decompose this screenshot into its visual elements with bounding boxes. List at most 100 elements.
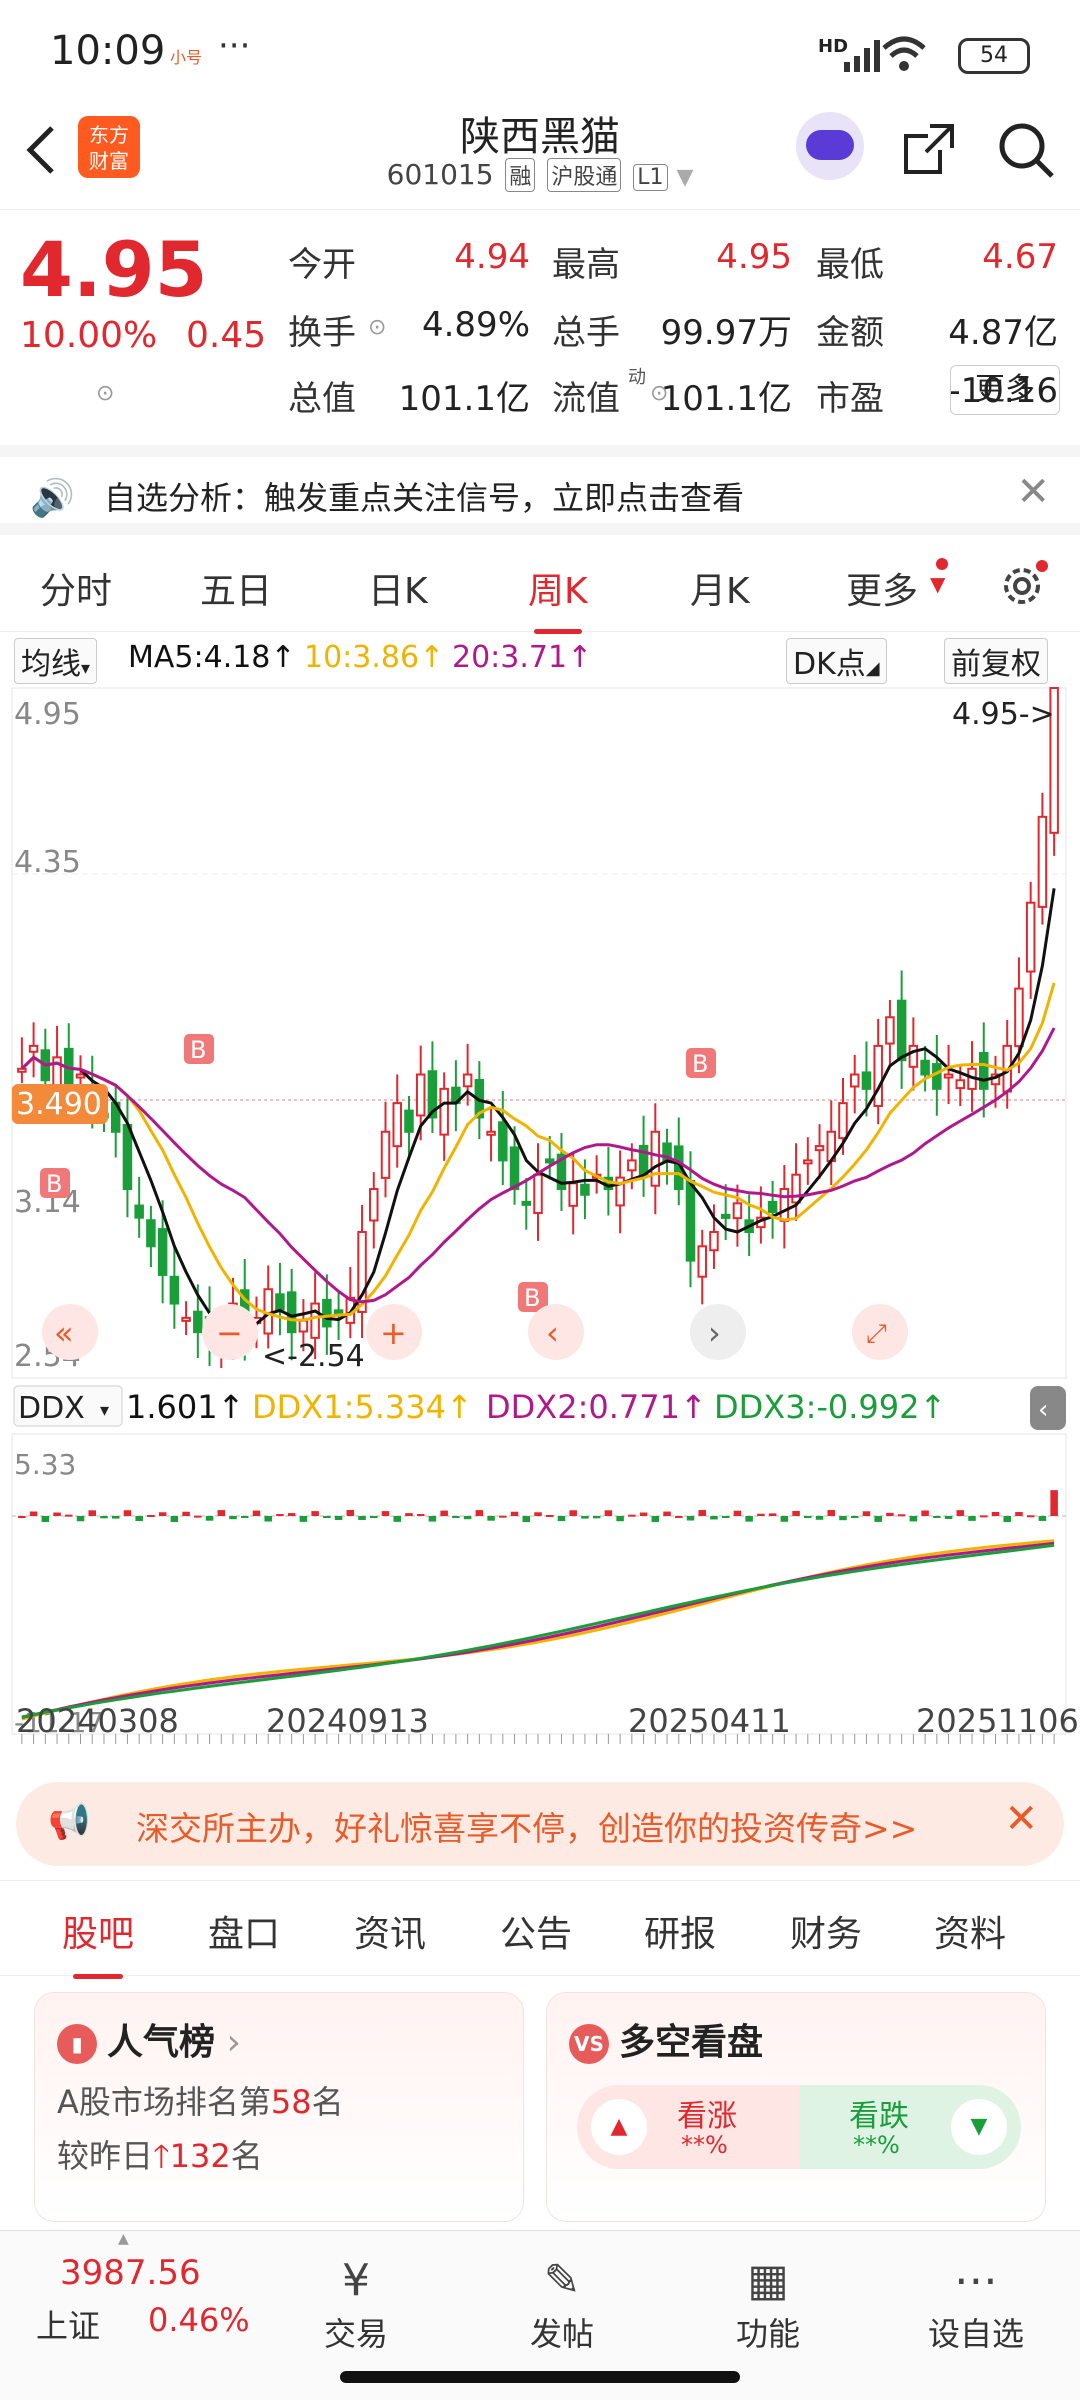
ddx2-value: DDX2:0.771↑ — [486, 1388, 707, 1426]
svg-text:▾: ▾ — [100, 1400, 109, 1421]
tab-orderbook[interactable]: 盘口 — [208, 1905, 280, 1957]
grid-icon: ▦ — [747, 2255, 789, 2306]
ddx-bar — [358, 1516, 366, 1520]
period-tabs: 分时 五日 日K 周K 月K 更多 ▼ — [0, 540, 1080, 634]
tab-five-day[interactable]: 五日 — [200, 562, 272, 614]
ma20-value: 20:3.71↑ — [452, 640, 593, 675]
ddx-bar — [88, 1510, 97, 1516]
more-circle-icon: ⋯ — [954, 2255, 998, 2306]
info-icon[interactable]: ⊙ — [650, 381, 668, 406]
ddx-bar — [686, 1516, 695, 1521]
share-icon[interactable] — [900, 120, 958, 178]
candle-body — [544, 1158, 555, 1164]
nav-trade[interactable]: ¥ 交易 — [286, 2253, 426, 2355]
close-icon[interactable]: ✕ — [1016, 469, 1050, 515]
candle-body — [814, 1145, 825, 1152]
tab-profile[interactable]: 资料 — [934, 1905, 1006, 1957]
quote-value-2: 4.67 — [982, 237, 1058, 277]
candle-body — [685, 1179, 696, 1262]
ddx-bar — [862, 1511, 871, 1516]
candle-body — [533, 1173, 543, 1215]
nav-add-watchlist[interactable]: ⋯ 设自选 — [906, 2253, 1046, 2355]
candle-body — [885, 1016, 895, 1045]
ddx-bar — [545, 1514, 554, 1517]
close-icon[interactable]: ✕ — [1004, 1796, 1038, 1842]
ddx3-value: DDX3:-0.992↑ — [714, 1388, 946, 1426]
index-ticker[interactable]: ▲ 3987.56 上证 0.46% — [0, 2231, 260, 2361]
ddx-bar — [65, 1514, 73, 1517]
nav-functions[interactable]: ▦ 功能 — [698, 2253, 838, 2355]
dk-point-selector[interactable]: DK点◢ — [786, 638, 887, 684]
date-label-1: 20240308 — [16, 1702, 179, 1740]
buy-marker: B — [524, 1284, 540, 1312]
svg-text:⤢: ⤢ — [866, 1319, 887, 1349]
candle-body — [392, 1102, 402, 1148]
bullish-button[interactable]: ▲ 看涨 **% — [577, 2085, 799, 2169]
promo-banner[interactable]: 📢 深交所主办，好礼惊喜享不停，创造你的投资传奇>> ✕ — [16, 1782, 1064, 1866]
ddx-bar — [323, 1516, 331, 1518]
tab-news[interactable]: 资讯 — [354, 1905, 426, 1957]
candle-body — [498, 1121, 508, 1162]
ddx-bar — [944, 1516, 953, 1519]
chart-controls[interactable]: « − + ‹ › ⤢ — [42, 1304, 908, 1360]
tab-forum[interactable]: 股吧 — [62, 1905, 134, 1979]
ma-legend: 均线▾ MA5:4.18↑ 10:3.86↑ 20:3.71↑ DK点◢ 前复权 — [0, 636, 1080, 684]
candle-body — [697, 1245, 707, 1278]
ddx-bar — [346, 1510, 355, 1516]
edit-icon: ✎ — [543, 2255, 581, 2306]
chevron-down-icon: ▼ — [930, 572, 946, 596]
candle-body — [28, 1044, 39, 1053]
ddx-bar — [839, 1516, 847, 1521]
candle-body — [1025, 901, 1036, 973]
gear-icon[interactable] — [996, 558, 1050, 612]
ddx-bar — [991, 1511, 1000, 1516]
caret-down-icon: ▼ — [951, 2099, 1007, 2155]
index-value: 3987.56 — [60, 2253, 201, 2293]
candle-body — [380, 1130, 391, 1179]
ddx3-line — [21, 1543, 1055, 1719]
quote-label-4: 总手 — [552, 313, 620, 353]
status-bar: 10:09 小号 ··· HD 54 — [0, 0, 1080, 110]
tab-announcements[interactable]: 公告 — [500, 1905, 572, 1957]
assistant-avatar[interactable] — [796, 112, 864, 180]
status-time: 10:09 — [50, 28, 166, 74]
bullbear-title-text: 多空看盘 — [619, 2022, 764, 2063]
tab-intraday[interactable]: 分时 — [40, 562, 112, 614]
candle-body — [193, 1310, 203, 1334]
ddx-bar — [393, 1516, 401, 1522]
tab-more[interactable]: 更多 — [846, 562, 918, 614]
search-icon[interactable] — [994, 118, 1058, 182]
popularity-card[interactable]: ▮ 人气榜 › A股市场排名第58名 较昨日🡑132名 — [34, 1992, 524, 2222]
adjust-selector[interactable]: 前复权 — [944, 638, 1048, 684]
caret-up-icon: ▲ — [118, 2231, 129, 2247]
ddx-bar — [874, 1516, 882, 1522]
nav-trade-label: 交易 — [323, 2315, 388, 2353]
ddx-bar — [229, 1516, 237, 1520]
tab-monthly-k[interactable]: 月K — [690, 562, 750, 614]
kline-svg[interactable]: 4.95 4.35 3.14 2.54 3.490 4.95-> <-2.54 … — [0, 682, 1080, 1772]
indicator-selector[interactable]: 均线▾ — [14, 638, 98, 684]
kline-chart[interactable]: 4.95 4.35 3.14 2.54 3.490 4.95-> <-2.54 … — [0, 682, 1080, 1772]
notice-bar[interactable]: 🔊 自选分析：触发重点关注信号，立即点击查看 ✕ — [0, 445, 1080, 535]
ddx-bar — [205, 1516, 214, 1521]
tab-daily-k[interactable]: 日K — [368, 562, 428, 614]
svg-text:‹: ‹ — [546, 1314, 559, 1352]
bullbear-title: VS 多空看盘 — [569, 2013, 763, 2065]
info-icon[interactable]: ⊙ — [96, 381, 114, 406]
chevron-down-icon[interactable]: ▼ — [676, 165, 693, 190]
ddx-bar — [510, 1511, 519, 1516]
buy-marker: B — [190, 1036, 206, 1064]
candle-body — [17, 1067, 27, 1073]
tab-research[interactable]: 研报 — [644, 1905, 716, 1957]
tab-financials[interactable]: 财务 — [790, 1905, 862, 1957]
ddx-bar — [956, 1510, 965, 1516]
candle-body — [134, 1204, 144, 1219]
info-icon[interactable]: ⊙ — [368, 315, 386, 340]
nav-post[interactable]: ✎ 发帖 — [492, 2253, 632, 2355]
ddx-bar — [463, 1516, 472, 1520]
ddx-bar — [628, 1514, 636, 1517]
quote-label-0: 今开 — [288, 245, 356, 285]
tab-weekly-k[interactable]: 周K — [528, 562, 588, 634]
bearish-button[interactable]: 看跌 **% ▼ — [799, 2085, 1021, 2169]
more-button[interactable]: 更多 — [950, 365, 1060, 415]
